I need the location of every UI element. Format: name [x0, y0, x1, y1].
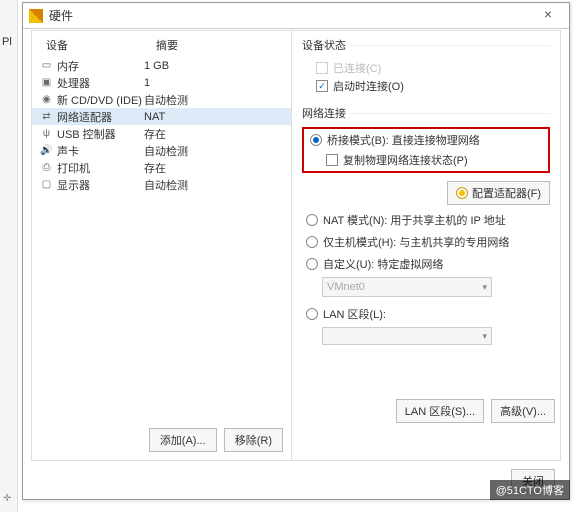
- device-summary: 存在: [144, 160, 287, 176]
- dropdown-value: VMnet0: [327, 281, 365, 293]
- checkbox-connect-at-power-on[interactable]: ✓ 启动时连接(O): [302, 77, 550, 95]
- device-name: 显示器: [57, 177, 90, 193]
- device-summary: 自动检测: [144, 143, 287, 159]
- radio-host-only[interactable]: 仅主机模式(H): 与主机共享的专用网络: [302, 233, 550, 251]
- configure-adapter-button[interactable]: 配置适配器(F): [447, 181, 550, 205]
- device-row-cpu[interactable]: ▣ 处理器 1: [32, 74, 291, 91]
- checkbox-icon: [326, 154, 338, 166]
- app-icon: [29, 9, 43, 23]
- cd-icon: ◉: [40, 93, 53, 106]
- cpu-icon: ▣: [40, 76, 53, 89]
- device-row-network[interactable]: ⇄ 网络适配器 NAT: [32, 108, 291, 125]
- titlebar: 硬件 ×: [23, 3, 569, 29]
- custom-network-dropdown: VMnet0 ▾: [322, 277, 492, 297]
- printer-icon: ⎙: [40, 161, 53, 174]
- device-summary: 自动检测: [144, 177, 287, 193]
- radio-icon: [306, 308, 318, 320]
- radio-label: 桥接模式(B): 直接连接物理网络: [327, 132, 480, 148]
- radio-label: 仅主机模式(H): 与主机共享的专用网络: [323, 234, 509, 250]
- device-name: 处理器: [57, 75, 90, 91]
- radio-custom[interactable]: 自定义(U): 特定虚拟网络: [302, 255, 550, 273]
- checkbox-replicate[interactable]: 复制物理网络连接状态(P): [306, 151, 546, 169]
- button-label: 配置适配器(F): [472, 185, 541, 201]
- advanced-button[interactable]: 高级(V)...: [491, 399, 555, 423]
- device-name: 新 CD/DVD (IDE): [57, 92, 142, 108]
- hardware-dialog: 硬件 × 设备 摘要 ▭ 内存 1 GB ▣ 处理器 1 ◉ 新 CD/DVD (ID…: [22, 2, 570, 500]
- chevron-down-icon: ▾: [482, 282, 487, 293]
- checkbox-connected: 已连接(C): [302, 59, 550, 77]
- checkbox-label: 启动时连接(O): [333, 78, 404, 94]
- radio-bridged[interactable]: 桥接模式(B): 直接连接物理网络: [306, 131, 546, 149]
- remove-button[interactable]: 移除(R): [224, 428, 283, 452]
- device-summary: 自动检测: [144, 92, 287, 108]
- device-name: 网络适配器: [57, 109, 112, 125]
- device-status-group: 设备状态 已连接(C) ✓ 启动时连接(O): [302, 37, 550, 95]
- radio-label: NAT 模式(N): 用于共享主机的 IP 地址: [323, 212, 506, 228]
- device-name: 内存: [57, 58, 79, 74]
- checkbox-icon: [316, 62, 328, 74]
- device-name: 声卡: [57, 143, 79, 159]
- radio-icon: [306, 236, 318, 248]
- network-icon: ⇄: [40, 110, 53, 123]
- memory-icon: ▭: [40, 59, 53, 72]
- device-summary: NAT: [144, 111, 287, 123]
- gear-icon: [456, 187, 468, 199]
- usb-icon: ψ: [40, 127, 53, 140]
- radio-icon: [310, 134, 322, 146]
- col-device: 设备: [46, 37, 156, 53]
- device-row-cd[interactable]: ◉ 新 CD/DVD (IDE) 自动检测: [32, 91, 291, 108]
- device-name: USB 控制器: [57, 126, 116, 142]
- radio-nat[interactable]: NAT 模式(N): 用于共享主机的 IP 地址: [302, 211, 550, 229]
- bg-label: Pl: [2, 36, 12, 48]
- lan-segment-dropdown: ▾: [322, 327, 492, 345]
- device-status-title: 设备状态: [302, 37, 550, 53]
- lan-segments-button[interactable]: LAN 区段(S)...: [396, 399, 484, 423]
- chevron-down-icon: ▾: [482, 331, 487, 342]
- device-row-printer[interactable]: ⎙ 打印机 存在: [32, 159, 291, 176]
- dialog-title: 硬件: [49, 7, 533, 24]
- checkbox-label: 复制物理网络连接状态(P): [343, 152, 468, 168]
- radio-icon: [306, 258, 318, 270]
- radio-label: 自定义(U): 特定虚拟网络: [323, 256, 443, 272]
- device-summary: 存在: [144, 126, 287, 142]
- radio-icon: [306, 214, 318, 226]
- device-summary: 1: [144, 77, 287, 89]
- checkbox-label: 已连接(C): [333, 60, 381, 76]
- device-summary: 1 GB: [144, 60, 287, 72]
- settings-pane: 设备状态 已连接(C) ✓ 启动时连接(O) 网络连接 桥接模式(B): 直接连…: [292, 31, 560, 460]
- radio-lan-segment[interactable]: LAN 区段(L):: [302, 305, 550, 323]
- watermark: @51CTO博客: [490, 480, 570, 500]
- device-row-display[interactable]: ▢ 显示器 自动检测: [32, 176, 291, 193]
- device-pane: 设备 摘要 ▭ 内存 1 GB ▣ 处理器 1 ◉ 新 CD/DVD (IDE) 自动…: [32, 31, 292, 460]
- bridged-highlight: 桥接模式(B): 直接连接物理网络 复制物理网络连接状态(P): [302, 127, 550, 173]
- checkbox-icon: ✓: [316, 80, 328, 92]
- add-button[interactable]: 添加(A)...: [149, 428, 217, 452]
- bg-arrow-icon: ✛: [3, 493, 11, 504]
- display-icon: ▢: [40, 178, 53, 191]
- device-row-sound[interactable]: 🔊 声卡 自动检测: [32, 142, 291, 159]
- device-row-usb[interactable]: ψ USB 控制器 存在: [32, 125, 291, 142]
- device-row-memory[interactable]: ▭ 内存 1 GB: [32, 57, 291, 74]
- device-list[interactable]: ▭ 内存 1 GB ▣ 处理器 1 ◉ 新 CD/DVD (IDE) 自动检测 ⇄ 网络…: [32, 57, 291, 420]
- device-name: 打印机: [57, 160, 90, 176]
- sound-icon: 🔊: [40, 144, 53, 157]
- network-connection-group: 网络连接 桥接模式(B): 直接连接物理网络 复制物理网络连接状态(P) 配置适…: [302, 105, 550, 345]
- close-icon[interactable]: ×: [533, 6, 563, 26]
- device-list-header: 设备 摘要: [32, 31, 291, 57]
- radio-label: LAN 区段(L):: [323, 306, 386, 322]
- col-summary: 摘要: [156, 37, 287, 53]
- network-connection-title: 网络连接: [302, 105, 550, 121]
